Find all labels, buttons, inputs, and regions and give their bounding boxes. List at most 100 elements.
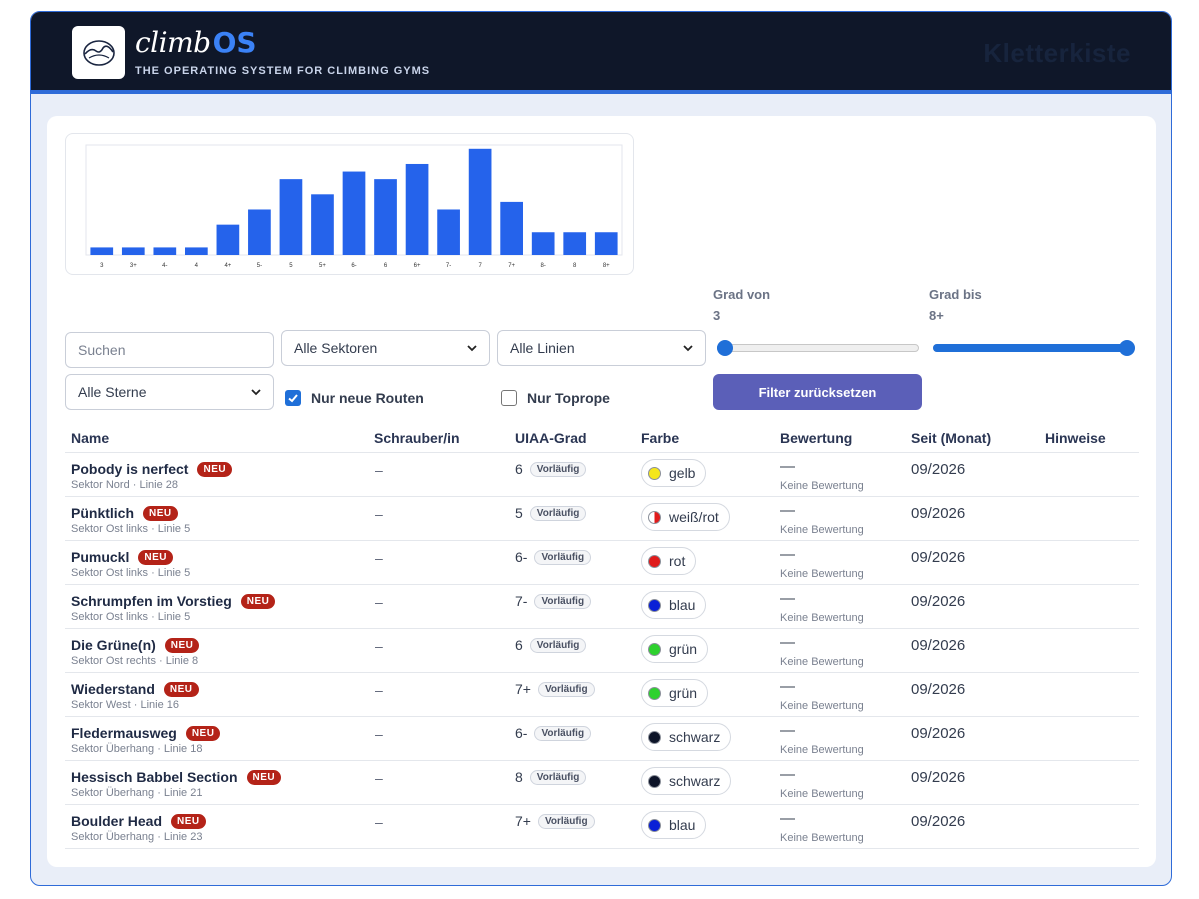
table-row[interactable]: Wiederstand NEU Sektor West · Linie 16 – 7+ V… xyxy=(65,673,1139,717)
col-notes[interactable]: Hinweise xyxy=(1045,430,1106,446)
grade-to-fill xyxy=(933,344,1127,352)
route-setter: – xyxy=(375,550,383,566)
route-name-text: Pumuckl xyxy=(71,549,130,565)
grade-provisional-badge: Vorläufig xyxy=(529,461,587,477)
only-toprope-toggle[interactable]: Nur Toprope xyxy=(501,390,610,406)
route-color-chip: grün xyxy=(641,679,709,707)
chart-bar xyxy=(594,232,618,255)
grade-provisional-badge: Vorläufig xyxy=(537,813,595,829)
route-name[interactable]: Fledermausweg NEU xyxy=(71,725,221,741)
route-name[interactable]: Schrumpfen im Vorstieg NEU xyxy=(71,593,276,609)
grade-provisional-badge: Vorläufig xyxy=(529,637,587,653)
chart-bar xyxy=(342,171,366,255)
route-color-label: blau xyxy=(669,817,696,833)
search-placeholder: Suchen xyxy=(78,342,126,358)
route-color-label: gelb xyxy=(669,465,696,481)
color-dot-icon xyxy=(648,642,661,656)
route-rating-note: Keine Bewertung xyxy=(780,612,864,624)
table-row[interactable]: Hessisch Babbel Section NEU Sektor Überhan… xyxy=(65,761,1139,805)
route-grade: 8 Vorläufig xyxy=(515,769,587,785)
only-toprope-checkbox[interactable] xyxy=(501,390,517,406)
color-dot-icon xyxy=(648,510,661,524)
route-color-label: blau xyxy=(669,597,696,613)
brand-tagline: THE OPERATING SYSTEM FOR CLIMBING GYMS xyxy=(135,65,431,77)
col-name[interactable]: Name xyxy=(71,430,109,446)
grade-to-value: 8+ xyxy=(929,308,944,323)
col-setter[interactable]: Schrauber/in xyxy=(374,430,460,446)
route-grade: 6- Vorläufig xyxy=(515,549,592,565)
table-row[interactable]: Pobody is nerfect NEU Sektor Nord · Linie … xyxy=(65,453,1139,497)
color-dot-icon xyxy=(648,598,661,612)
grade-from-thumb[interactable] xyxy=(717,340,733,356)
route-name[interactable]: Pünktlich NEU xyxy=(71,505,178,521)
new-badge: NEU xyxy=(164,637,200,653)
route-color-chip: blau xyxy=(641,591,707,619)
route-setter: – xyxy=(375,814,383,830)
grade-to-slider[interactable] xyxy=(933,338,1135,358)
line-select[interactable]: Alle Linien xyxy=(497,330,706,366)
chart-tick-label: 8 xyxy=(573,263,577,269)
route-name[interactable]: Hessisch Babbel Section NEU xyxy=(71,769,282,785)
new-badge: NEU xyxy=(197,461,233,477)
route-name[interactable]: Die Grüne(n) NEU xyxy=(71,637,200,653)
route-since: 09/2026 xyxy=(911,505,966,522)
chart-tick-label: 5 xyxy=(289,263,293,269)
chevron-down-icon xyxy=(251,389,261,396)
chevron-down-icon xyxy=(683,345,693,352)
search-input[interactable]: Suchen xyxy=(65,332,274,368)
grade-from-track xyxy=(717,344,919,352)
col-color[interactable]: Farbe xyxy=(641,430,679,446)
route-color-label: grün xyxy=(669,685,698,701)
route-grade-value: 7+ xyxy=(515,681,531,697)
route-since: 09/2026 xyxy=(911,681,966,698)
stars-select[interactable]: Alle Sterne xyxy=(65,374,274,410)
route-color-chip: schwarz xyxy=(641,767,732,795)
route-grade: 7- Vorläufig xyxy=(515,593,592,609)
grade-provisional-badge: Vorläufig xyxy=(534,549,592,565)
route-rating-note: Keine Bewertung xyxy=(780,832,864,844)
route-name[interactable]: Pobody is nerfect NEU xyxy=(71,461,233,477)
table-row[interactable]: Pünktlich NEU Sektor Ost links · Linie 5 – 5… xyxy=(65,497,1139,541)
chart-tick-label: 5- xyxy=(257,263,262,269)
col-since[interactable]: Seit (Monat) xyxy=(911,430,991,446)
table-row[interactable]: Die Grüne(n) NEU Sektor Ost rechts · Linie… xyxy=(65,629,1139,673)
chart-tick-label: 4 xyxy=(195,263,199,269)
grade-from-slider[interactable] xyxy=(717,338,919,358)
new-badge: NEU xyxy=(185,725,221,741)
only-new-routes-toggle[interactable]: Nur neue Routen xyxy=(285,390,424,406)
chevron-down-icon xyxy=(467,345,477,352)
color-dot-icon xyxy=(648,466,661,480)
brand-os: OS xyxy=(212,26,257,59)
grade-distribution-chart: 3 3+ 4- 4 4+ 5- 5 5+ 6- 6 6+ 7- 7 7+ 8- 8 8+ xyxy=(65,133,634,275)
logo[interactable] xyxy=(72,26,125,79)
only-new-checkbox[interactable] xyxy=(285,390,301,406)
table-row[interactable]: Pumuckl NEU Sektor Ost links · Linie 5 – 6- V… xyxy=(65,541,1139,585)
route-name[interactable]: Pumuckl NEU xyxy=(71,549,173,565)
route-color-chip: rot xyxy=(641,547,697,575)
route-color-label: schwarz xyxy=(669,729,721,745)
color-dot-icon xyxy=(648,554,661,568)
chart-tick-label: 7 xyxy=(478,263,482,269)
reset-filters-button[interactable]: Filter zurücksetzen xyxy=(713,374,922,410)
new-badge: NEU xyxy=(171,813,206,829)
route-color-label: schwarz xyxy=(669,773,721,789)
route-rating-value: — xyxy=(780,502,795,519)
chart-bar xyxy=(405,163,429,255)
new-badge: NEU xyxy=(246,769,282,785)
app-header: climb OS THE OPERATING SYSTEM FOR CLIMBI… xyxy=(31,12,1171,94)
chart-bar xyxy=(279,179,303,255)
sector-select[interactable]: Alle Sektoren xyxy=(281,330,490,366)
route-name-text: Pünktlich xyxy=(71,505,135,521)
route-since: 09/2026 xyxy=(911,593,966,610)
grade-to-thumb[interactable] xyxy=(1119,340,1135,356)
chart-svg: 3 3+ 4- 4 4+ 5- 5 5+ 6- 6 6+ 7- 7 7+ 8- 8 8+ xyxy=(85,144,623,269)
table-row[interactable]: Schrumpfen im Vorstieg NEU Sektor Ost link… xyxy=(65,585,1139,629)
route-name[interactable]: Boulder Head NEU xyxy=(71,813,206,829)
table-row[interactable]: Fledermausweg NEU Sektor Überhang · Linie … xyxy=(65,717,1139,761)
table-row[interactable]: Boulder Head NEU Sektor Überhang · Linie 2… xyxy=(65,805,1139,849)
col-rating[interactable]: Bewertung xyxy=(780,430,852,446)
col-grade[interactable]: UIAA-Grad xyxy=(515,430,587,446)
route-since: 09/2026 xyxy=(911,549,966,566)
chart-tick-label: 8- xyxy=(541,263,546,269)
route-name[interactable]: Wiederstand NEU xyxy=(71,681,199,697)
